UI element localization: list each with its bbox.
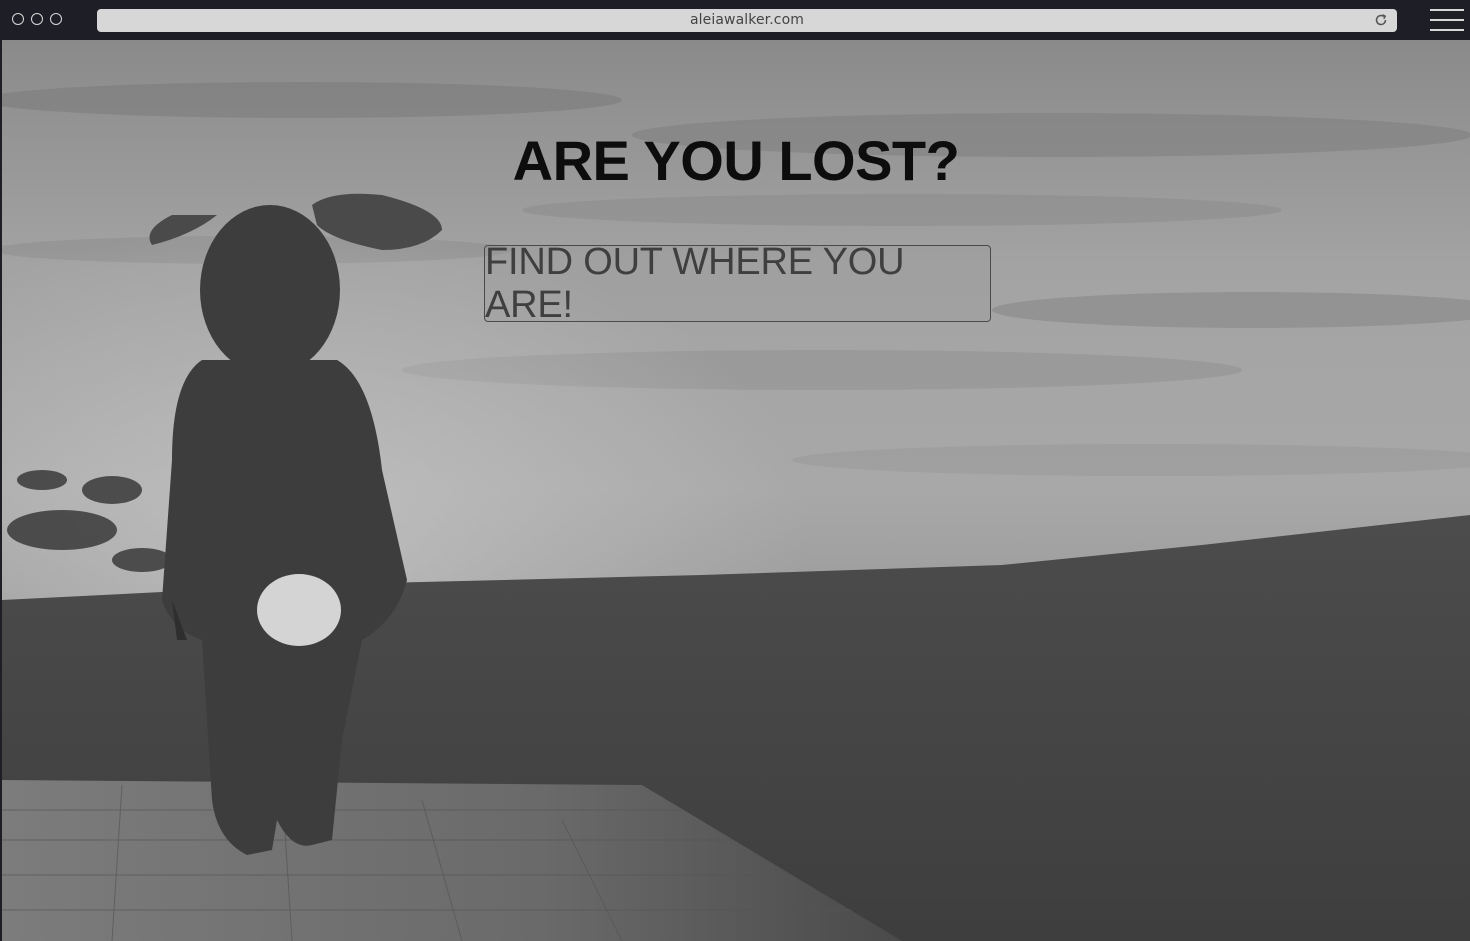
- page-headline: ARE YOU LOST?: [512, 129, 960, 192]
- page-content: ARE YOU LOST? FIND OUT WHERE YOU ARE!: [2, 40, 1470, 941]
- browser-chrome: aleiawalker.com: [0, 0, 1470, 40]
- minimize-window-button[interactable]: [31, 13, 43, 25]
- close-window-button[interactable]: [12, 13, 24, 25]
- reload-icon[interactable]: [1373, 12, 1389, 28]
- menu-icon[interactable]: [1430, 9, 1464, 31]
- window-controls: [12, 13, 62, 25]
- address-bar[interactable]: aleiawalker.com: [97, 9, 1397, 32]
- address-bar-url: aleiawalker.com: [689, 12, 804, 28]
- maximize-window-button[interactable]: [50, 13, 62, 25]
- find-location-button[interactable]: FIND OUT WHERE YOU ARE!: [484, 241, 991, 326]
- browser-window: aleiawalker.com ARE YOU LOST? FIND OUT W…: [0, 0, 1470, 941]
